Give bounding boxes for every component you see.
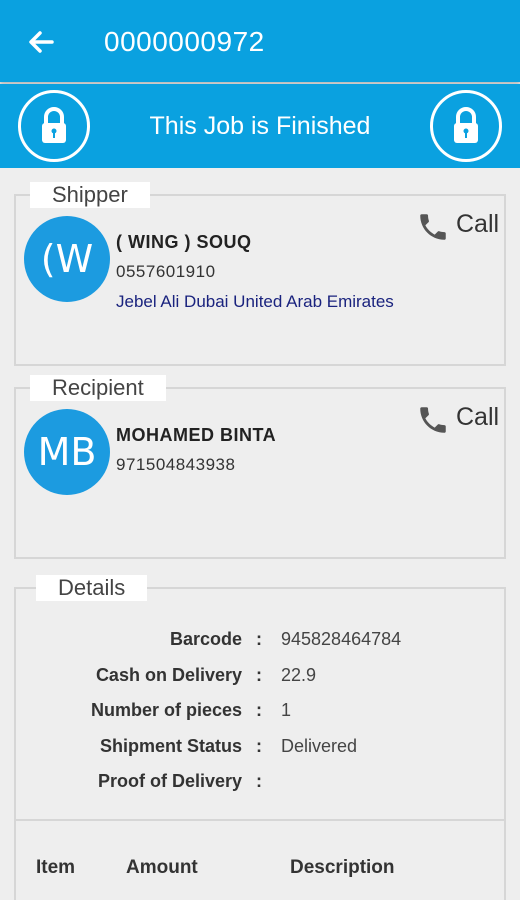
recipient-legend: Recipient: [30, 375, 166, 401]
phone-icon: [420, 214, 446, 240]
detail-value: 1: [281, 700, 292, 720]
back-arrow-icon[interactable]: [22, 22, 62, 62]
detail-separator: :: [256, 665, 262, 685]
detail-separator: :: [256, 700, 262, 720]
detail-separator: :: [256, 736, 262, 756]
recipient-card: Recipient MB MOHAMED BINTA 971504843938 …: [14, 375, 508, 559]
detail-value: Delivered: [281, 736, 358, 756]
detail-label: Proof of Delivery: [97, 771, 242, 791]
detail-separator: :: [256, 771, 262, 791]
phone-icon: [420, 407, 446, 433]
call-label: Call: [456, 403, 500, 431]
detail-separator: :: [256, 629, 262, 649]
recipient-name: MOHAMED BINTA: [116, 425, 277, 445]
recipient-avatar: MB: [24, 409, 110, 495]
job-status-banner: This Job is Finished: [0, 84, 520, 168]
detail-value: 22.9: [281, 665, 317, 685]
detail-row-pieces: Number of pieces : 1: [16, 696, 508, 726]
detail-label: Shipment Status: [99, 736, 242, 756]
call-label: Call: [456, 210, 500, 238]
detail-row-status: Shipment Status : Delivered: [16, 732, 508, 762]
shipper-phone: 0557601910: [116, 262, 216, 281]
details-legend: Details: [36, 575, 148, 601]
recipient-call-button[interactable]: Call: [416, 401, 508, 437]
detail-row-barcode: Barcode : 945828464784: [16, 625, 508, 655]
divider: [16, 819, 504, 821]
detail-label: Cash on Delivery: [95, 665, 242, 685]
table-header-amount: Amount: [126, 857, 198, 878]
app-bar: 0000000972: [0, 0, 520, 82]
details-card: Details Barcode : 945828464784 Cash on D…: [14, 575, 508, 900]
shipper-avatar: (W: [24, 216, 110, 302]
shipper-address[interactable]: Jebel Ali Dubai United Arab Emirates: [116, 292, 394, 312]
page-title: 0000000972: [104, 26, 265, 57]
detail-row-pod: Proof of Delivery :: [16, 767, 508, 797]
recipient-phone: 971504843938: [116, 455, 236, 474]
table-header-description: Description: [290, 857, 395, 878]
table-header-item: Item: [36, 857, 76, 878]
shipper-card: Shipper (W ( WING ) SOUQ 0557601910 Jebe…: [14, 182, 508, 366]
detail-label: Barcode: [169, 629, 242, 649]
shipper-call-button[interactable]: Call: [416, 208, 508, 244]
shipper-name: ( WING ) SOUQ: [116, 232, 252, 252]
detail-label: Number of pieces: [90, 700, 242, 720]
detail-value: 945828464784: [281, 629, 402, 649]
lock-icon[interactable]: [430, 90, 502, 162]
detail-row-cod: Cash on Delivery : 22.9: [16, 661, 508, 691]
shipper-legend: Shipper: [30, 182, 150, 208]
